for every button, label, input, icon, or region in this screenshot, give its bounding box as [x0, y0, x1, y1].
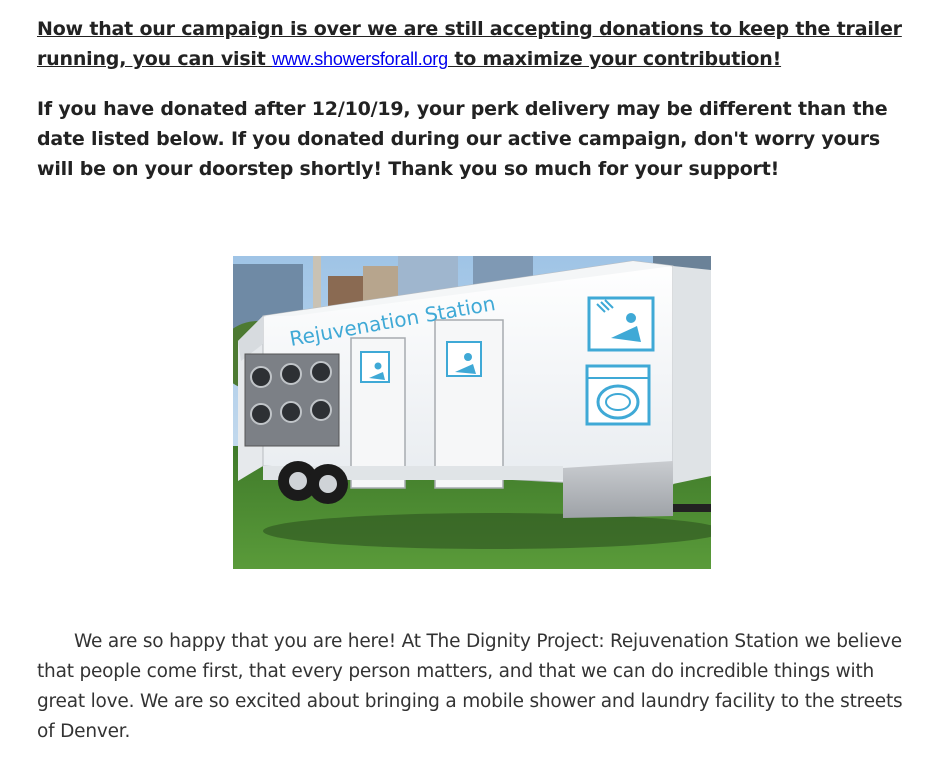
campaign-notice-section: Now that our campaign is over we are sti…: [37, 14, 907, 184]
trailer-photo: Rejuvenation Station: [233, 256, 711, 569]
donation-notice-text-end: to maximize your contribution!: [447, 48, 782, 70]
donation-notice: Now that our campaign is over we are sti…: [37, 14, 907, 74]
intro-paragraph: We are so happy that you are here! At Th…: [37, 631, 903, 742]
showersforall-link[interactable]: www.showersforall.org: [272, 49, 448, 69]
delivery-note: If you have donated after 12/10/19, your…: [37, 98, 888, 180]
